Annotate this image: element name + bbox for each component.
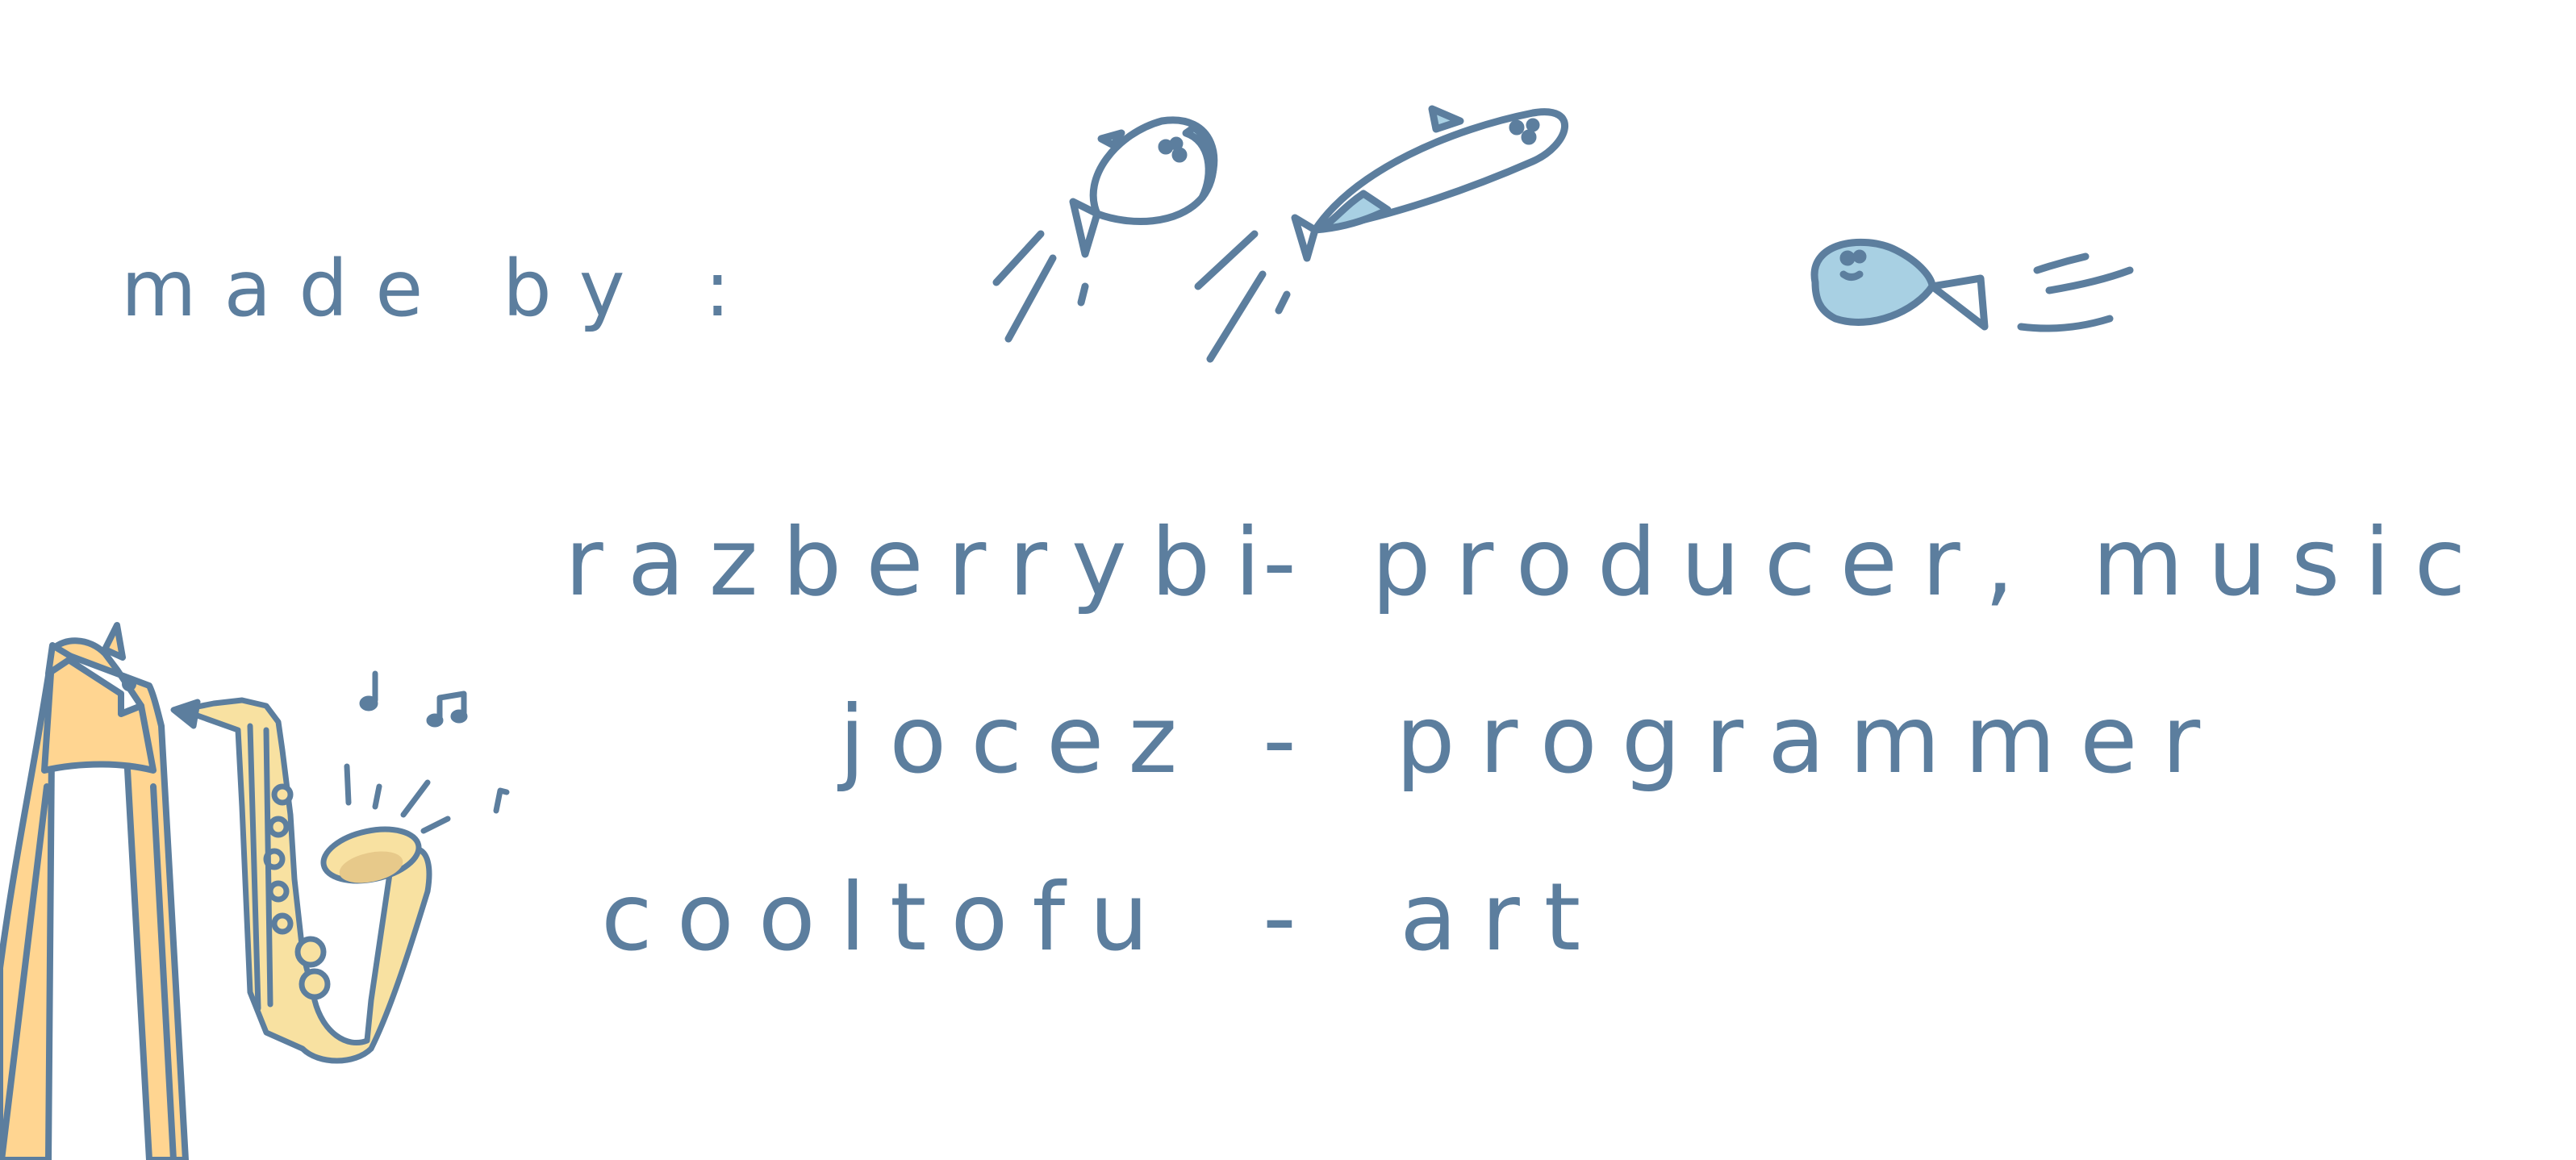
leaping-long-fish-icon [1194,105,1569,363]
credits-screen: made by : razberrybi - producer, music j… [0,0,2576,1160]
cat-icon [0,622,189,1160]
illustrations [0,105,2134,1160]
music-notes-icon [344,670,510,834]
jumping-fish-icon [992,116,1218,343]
saxophone-icon [170,697,432,1064]
swimming-fish-icon [1810,238,2134,332]
